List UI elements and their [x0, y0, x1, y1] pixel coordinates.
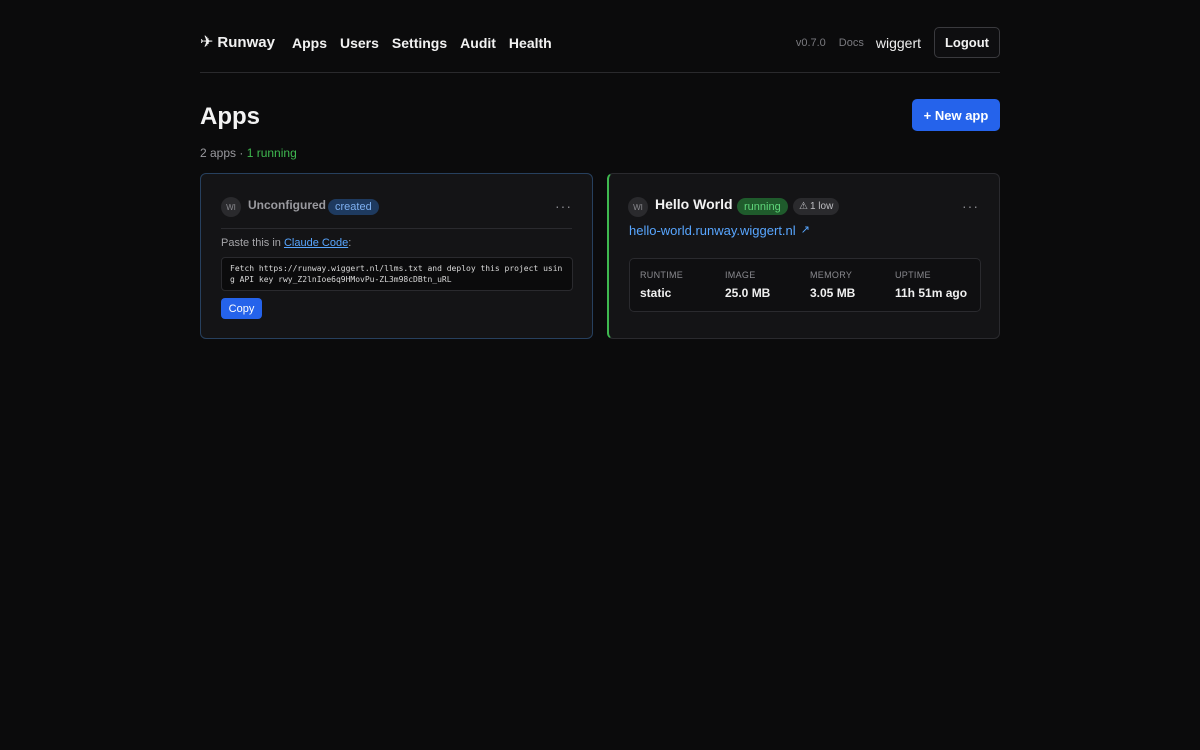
page-title: Apps: [200, 103, 260, 130]
stat-value: 11h 51m ago: [895, 286, 968, 300]
stat-label: MEMORY: [810, 270, 853, 280]
warning-badge: ⚠ 1 low: [793, 198, 840, 215]
more-menu-icon[interactable]: ···: [555, 198, 572, 214]
status-badge: running: [737, 198, 788, 215]
avatar: WI: [221, 197, 241, 217]
nav-audit[interactable]: Audit: [460, 35, 496, 51]
warning-text: 1 low: [809, 201, 834, 212]
avatar: WI: [628, 197, 648, 217]
apps-summary: 2 apps · 1 running: [200, 146, 297, 160]
app-shell: ✈ Runway Apps Users Settings Audit Healt…: [200, 0, 1000, 339]
divider: [221, 228, 572, 229]
stat-value: static: [640, 286, 672, 300]
nav-health[interactable]: Health: [509, 35, 552, 51]
version-label: v0.7.0: [795, 36, 826, 49]
more-menu-icon[interactable]: ···: [962, 198, 979, 214]
app-name: Unconfigured: [248, 198, 326, 212]
stat-value: 25.0 MB: [725, 286, 771, 300]
brand[interactable]: ✈ Runway: [200, 34, 275, 51]
apps-count: 2 apps ·: [200, 146, 247, 160]
new-app-button[interactable]: + New app: [912, 99, 1000, 131]
nav-settings[interactable]: Settings: [392, 35, 447, 51]
logout-button[interactable]: Logout: [934, 27, 1000, 58]
stat-label: IMAGE: [725, 270, 756, 280]
copy-button[interactable]: Copy: [221, 298, 262, 319]
brand-name: Runway: [217, 34, 275, 51]
nav-users[interactable]: Users: [340, 35, 379, 51]
stat-label: UPTIME: [895, 270, 931, 280]
external-link-icon: ↗: [800, 224, 810, 236]
paste-instructions: Paste this in Claude Code:: [221, 237, 351, 249]
app-card-hello-world[interactable]: WI Hello World running ⚠ 1 low ··· hello…: [607, 173, 1000, 339]
docs-link[interactable]: Docs: [839, 37, 864, 49]
nav-right: v0.7.0 Docs wiggert Logout: [796, 27, 1000, 58]
stat-runtime: RUNTIME static: [640, 270, 683, 300]
stat-memory: MEMORY 3.05 MB: [810, 270, 855, 300]
paste-suffix: :: [348, 237, 352, 249]
app-stats: RUNTIME static IMAGE 25.0 MB MEMORY 3.05…: [629, 258, 981, 312]
paste-prefix: Paste this in: [221, 237, 284, 249]
app-name: Hello World: [655, 196, 733, 212]
claude-code-link[interactable]: Claude Code: [284, 237, 348, 249]
stat-image: IMAGE 25.0 MB: [725, 270, 770, 300]
app-url: hello-world.runway.wiggert.nl: [629, 223, 796, 238]
app-card-unconfigured[interactable]: WI Unconfigured created ··· Paste this i…: [200, 173, 593, 339]
stat-label: RUNTIME: [640, 270, 684, 280]
nav-apps[interactable]: Apps: [292, 35, 327, 51]
current-user: wiggert: [875, 34, 921, 51]
nav-links: Apps Users Settings Audit Health: [292, 35, 552, 51]
warning-icon: ⚠: [799, 201, 808, 212]
stat-uptime: UPTIME 11h 51m ago: [895, 270, 967, 300]
stat-value: 3.05 MB: [810, 286, 856, 300]
top-nav: ✈ Runway Apps Users Settings Audit Healt…: [200, 0, 1000, 73]
app-url-link[interactable]: hello-world.runway.wiggert.nl ↗: [629, 223, 810, 238]
airplane-icon: ✈: [200, 33, 214, 51]
deploy-command[interactable]: Fetch https://runway.wiggert.nl/llms.txt…: [221, 257, 573, 291]
running-count: 1 running: [246, 146, 297, 160]
status-badge: created: [328, 199, 379, 215]
